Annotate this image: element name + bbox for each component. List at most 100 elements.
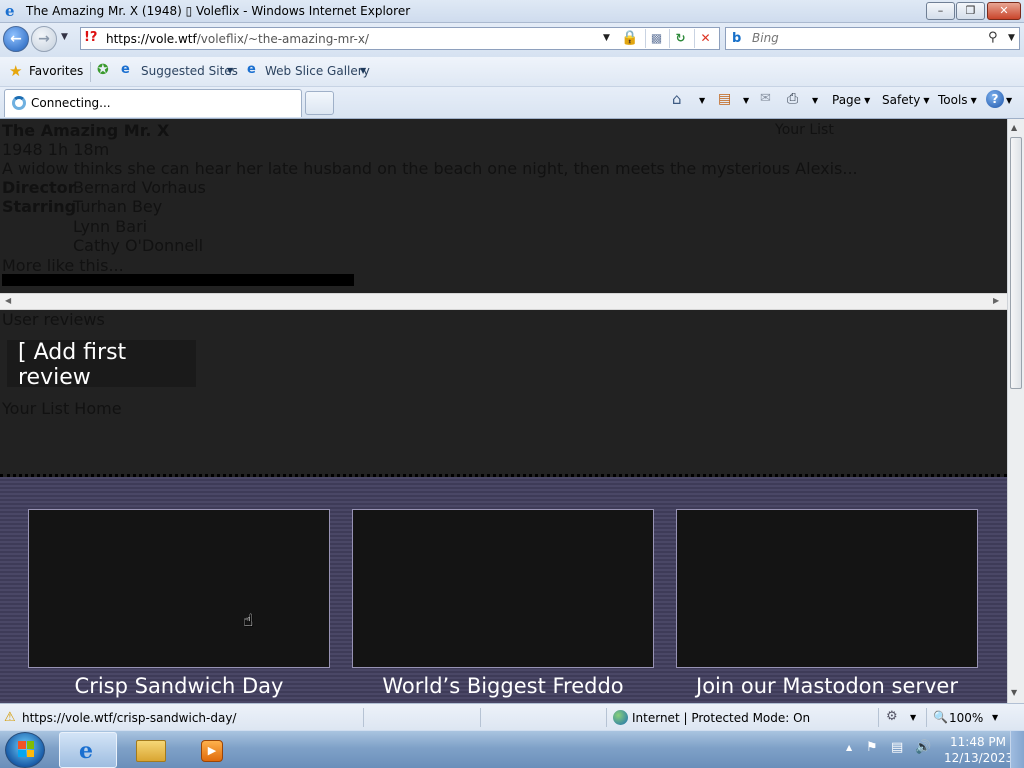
- scroll-up-icon[interactable]: ▲: [1011, 123, 1017, 132]
- horizontal-scrollbar[interactable]: ◀ ▶: [0, 293, 1007, 310]
- tab-label: Connecting...: [31, 96, 111, 110]
- chevron-down-icon[interactable]: ▼: [992, 713, 998, 722]
- promo-title[interactable]: Join our Mastodon server: [667, 674, 987, 698]
- recent-pages-dropdown-icon[interactable]: ▼: [61, 32, 68, 42]
- help-icon[interactable]: ?: [986, 90, 1004, 108]
- hand-cursor-icon: ☝: [243, 611, 254, 631]
- address-url[interactable]: https://vole.wtf/voleflix/~the-amazing-m…: [106, 32, 369, 46]
- status-divider: [363, 708, 364, 727]
- cast-member[interactable]: Cathy O'Donnell: [73, 236, 203, 255]
- compatibility-view-icon[interactable]: ▩: [645, 29, 667, 48]
- scroll-down-icon[interactable]: ▼: [1011, 688, 1017, 697]
- minimize-button[interactable]: –: [926, 2, 955, 20]
- lock-icon[interactable]: 🔒: [621, 30, 638, 46]
- movie-description: A widow thinks she can hear her late hus…: [2, 159, 858, 178]
- page-menu[interactable]: Page ▼: [832, 93, 870, 107]
- search-input[interactable]: [752, 31, 982, 45]
- window-title: The Amazing Mr. X (1948) ▯ Voleflix - Wi…: [26, 4, 411, 18]
- your-list-link[interactable]: Your List: [775, 122, 834, 138]
- zoom-level[interactable]: 100%: [949, 711, 983, 725]
- stop-icon[interactable]: ✕: [694, 29, 716, 48]
- taskbar-windows-explorer[interactable]: [121, 732, 179, 768]
- read-mail-icon[interactable]: ✉: [760, 91, 771, 106]
- home-icon[interactable]: ⌂: [672, 90, 682, 108]
- status-divider: [926, 708, 927, 727]
- chevron-down-icon[interactable]: ▼: [1006, 96, 1012, 105]
- chevron-down-icon[interactable]: ▼: [743, 96, 749, 105]
- internet-explorer-icon: e: [5, 2, 15, 20]
- search-box: b ⚲ ▼: [725, 27, 1020, 50]
- cast-member[interactable]: Lynn Bari: [73, 217, 147, 236]
- chevron-down-icon[interactable]: ▼: [360, 66, 366, 75]
- bing-icon: b: [732, 31, 742, 46]
- scrollbar-thumb[interactable]: [1010, 137, 1022, 389]
- feeds-icon[interactable]: ▤: [718, 91, 731, 107]
- loading-spinner-icon: [12, 96, 26, 110]
- promo-card[interactable]: [28, 509, 330, 668]
- certificate-error-icon[interactable]: !?: [84, 30, 97, 45]
- status-divider: [606, 708, 607, 727]
- clock-date[interactable]: 12/13/2023: [944, 751, 1013, 765]
- refresh-icon[interactable]: ↻: [669, 29, 691, 48]
- clock-time[interactable]: 11:48 PM: [950, 735, 1006, 749]
- title-bar: e The Amazing Mr. X (1948) ▯ Voleflix - …: [0, 0, 1024, 23]
- movie-meta: 1948 1h 18m: [2, 140, 110, 159]
- cast-member[interactable]: Turhan Bey: [73, 197, 162, 216]
- chevron-down-icon[interactable]: ▼: [699, 96, 705, 105]
- status-bar: ⚠ https://vole.wtf/crisp-sandwich-day/ I…: [0, 703, 1024, 730]
- starring-label: Starring: [2, 197, 77, 216]
- promo-section: Crisp Sandwich Day World’s Biggest Fredd…: [0, 477, 1007, 703]
- favorites-bar: ★ Favorites ✪ e Suggested Sites ▼ e Web …: [0, 57, 1024, 87]
- close-button[interactable]: ✕: [987, 2, 1021, 20]
- promo-card[interactable]: [676, 509, 978, 668]
- scroll-right-icon[interactable]: ▶: [993, 296, 999, 305]
- movie-title: The Amazing Mr. X: [2, 121, 170, 140]
- taskbar-internet-explorer[interactable]: e: [59, 732, 117, 768]
- chevron-down-icon[interactable]: ▼: [910, 713, 916, 722]
- favorites-button[interactable]: Favorites: [29, 64, 83, 78]
- chevron-down-icon[interactable]: ▼: [812, 96, 818, 105]
- add-review-button[interactable]: [ Add first review: [7, 340, 196, 390]
- director-name[interactable]: Bernard Vorhaus: [73, 178, 206, 197]
- show-desktop-button[interactable]: [1010, 731, 1024, 768]
- promo-title[interactable]: World’s Biggest Freddo: [343, 674, 663, 698]
- taskbar: e ▶ ▲ ⚑ ▤ 🔊 11:48 PM 12/13/2023: [0, 730, 1024, 768]
- web-slice-gallery-link[interactable]: Web Slice Gallery: [265, 64, 370, 78]
- safety-menu[interactable]: Safety ▼: [882, 93, 930, 107]
- tab-active[interactable]: Connecting...: [4, 89, 302, 117]
- show-hidden-icons[interactable]: ▲: [846, 743, 852, 752]
- security-zone[interactable]: Internet | Protected Mode: On: [632, 711, 810, 725]
- search-dropdown-icon[interactable]: ▼: [1008, 33, 1015, 43]
- tab-command-bar: Connecting... ⌂ ▼ ▤ ▼ ✉ ⎙ ▼ Page ▼ Safety…: [0, 87, 1024, 119]
- print-icon[interactable]: ⎙: [787, 91, 798, 107]
- new-tab-button[interactable]: [305, 91, 334, 115]
- chevron-down-icon[interactable]: ▼: [227, 66, 233, 75]
- forward-button[interactable]: →: [31, 26, 57, 52]
- address-bar[interactable]: !? https://vole.wtf/voleflix/~the-amazin…: [80, 27, 720, 50]
- favorites-star-icon[interactable]: ★: [9, 62, 22, 80]
- tools-menu[interactable]: Tools ▼: [938, 93, 977, 107]
- suggested-sites-link[interactable]: Suggested Sites: [141, 64, 238, 78]
- maximize-button[interactable]: ❐: [956, 2, 985, 20]
- footer-nav[interactable]: Your List Home: [2, 399, 122, 418]
- media-player-icon: ▶: [201, 740, 223, 762]
- address-dropdown-icon[interactable]: ▼: [603, 33, 610, 43]
- taskbar-media-player[interactable]: ▶: [183, 732, 241, 768]
- start-button[interactable]: [5, 732, 45, 768]
- add-to-favorites-icon[interactable]: ✪: [97, 62, 109, 78]
- zoom-icon[interactable]: 🔍: [933, 710, 948, 724]
- scroll-left-icon[interactable]: ◀: [5, 296, 11, 305]
- action-center-flag-icon[interactable]: ⚑: [866, 740, 878, 755]
- internet-explorer-page-icon: e: [247, 62, 256, 77]
- toolbar-divider: [90, 62, 91, 82]
- user-reviews-heading: User reviews: [2, 310, 105, 329]
- network-icon[interactable]: ▤: [891, 740, 903, 755]
- promo-title[interactable]: Crisp Sandwich Day: [19, 674, 339, 698]
- vertical-scrollbar[interactable]: ▲ ▼: [1007, 119, 1024, 703]
- volume-icon[interactable]: 🔊: [915, 740, 931, 755]
- internet-explorer-icon: e: [79, 738, 93, 764]
- back-button[interactable]: ←: [3, 26, 29, 52]
- search-icon[interactable]: ⚲: [988, 30, 998, 45]
- promo-card[interactable]: [352, 509, 654, 668]
- popup-manager-icon[interactable]: ⚙: [886, 709, 898, 724]
